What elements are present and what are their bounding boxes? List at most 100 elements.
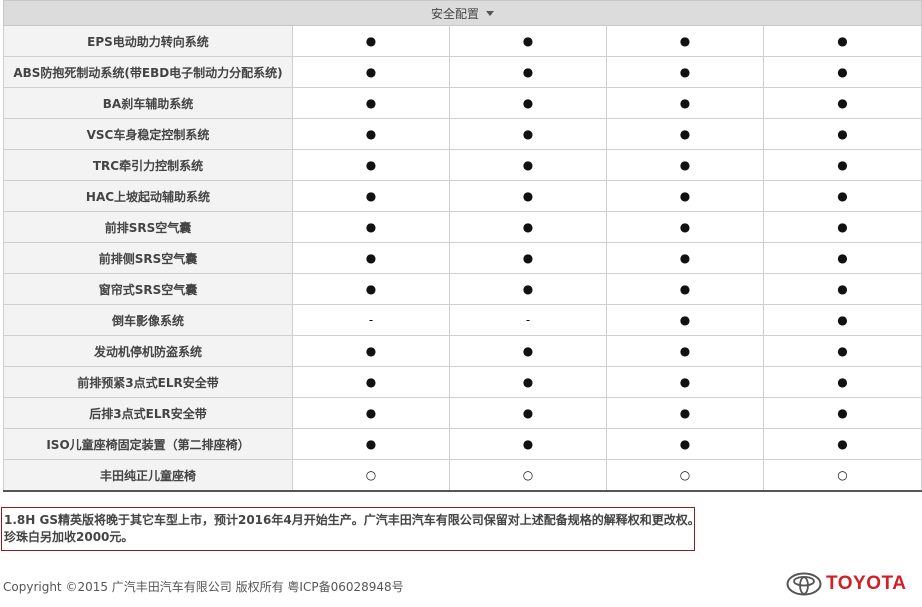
feature-value: ● [292,25,450,57]
feature-value: ● [449,180,607,212]
feature-label: 倒车影像系统 [3,304,293,336]
safety-spec-table: 安全配置 EPS电动助力转向系统 ● ● ● ● ABS防抱死制动系统(带EBD电子制动力… [2,0,922,492]
feature-value: ● [292,366,450,398]
feature-label: EPS电动助力转向系统 [3,25,293,57]
feature-label: BA刹车辅助系统 [3,87,293,119]
feature-value: ● [606,428,764,460]
feature-value: ● [606,304,764,336]
feature-label: 前排预紧3点式ELR安全带 [3,366,293,398]
feature-value: ● [449,211,607,243]
feature-value: ● [762,428,922,460]
feature-value: ● [762,397,922,429]
feature-value: ○ [449,459,607,492]
feature-label: TRC牵引力控制系统 [3,149,293,181]
table-row: VSC车身稳定控制系统 ● ● ● ● [3,118,922,150]
feature-label: 前排侧SRS空气囊 [3,242,293,274]
toyota-emblem-icon [786,572,822,596]
feature-value: ● [762,25,922,57]
feature-value: ● [762,335,922,367]
feature-value: - [292,304,450,336]
feature-value: ● [606,211,764,243]
feature-value: ● [762,242,922,274]
feature-value: ● [292,273,450,305]
table-row: 后排3点式ELR安全带 ● ● ● ● [3,397,922,429]
feature-value: ○ [762,459,922,492]
feature-value: ● [449,397,607,429]
feature-label: 前排SRS空气囊 [3,211,293,243]
feature-label: 丰田纯正儿童座椅 [3,459,293,492]
table-row: 窗帘式SRS空气囊 ● ● ● ● [3,273,922,305]
feature-value: ● [606,242,764,274]
feature-value: ● [606,149,764,181]
feature-value: - [449,304,607,336]
feature-value: ○ [292,459,450,492]
feature-value: ● [292,397,450,429]
section-title: 安全配置 [431,6,480,21]
table-row: TRC牵引力控制系统 ● ● ● ● [3,149,922,181]
feature-label: 发动机停机防盗系统 [3,335,293,367]
feature-value: ● [292,56,450,88]
feature-value: ● [606,335,764,367]
feature-value: ● [449,428,607,460]
feature-value: ● [292,428,450,460]
feature-value: ● [762,211,922,243]
table-row: 发动机停机防盗系统 ● ● ● ● [3,335,922,367]
feature-value: ● [449,56,607,88]
feature-value: ● [606,397,764,429]
section-header[interactable]: 安全配置 [2,0,922,26]
feature-value: ● [292,87,450,119]
table-row: 前排SRS空气囊 ● ● ● ● [3,211,922,243]
table-row: 丰田纯正儿童座椅 ○ ○ ○ ○ [3,459,922,492]
feature-value: ● [606,118,764,150]
table-row: BA刹车辅助系统 ● ● ● ● [3,87,922,119]
feature-value: ○ [606,459,764,492]
notice-line-1: 1.8H GS精英版将晚于其它车型上市，预计2016年4月开始生产。广汽丰田汽车… [4,513,700,527]
feature-value: ● [292,211,450,243]
feature-value: ● [606,273,764,305]
feature-value: ● [762,304,922,336]
feature-value: ● [762,149,922,181]
feature-value: ● [449,87,607,119]
feature-value: ● [606,25,764,57]
feature-value: ● [449,242,607,274]
table-row: 前排预紧3点式ELR安全带 ● ● ● ● [3,366,922,398]
feature-label: VSC车身稳定控制系统 [3,118,293,150]
feature-value: ● [606,366,764,398]
feature-value: ● [762,56,922,88]
footer-copyright: Copyright ©2015 广汽丰田汽车有限公司 版权所有 粤ICP备060… [3,580,404,594]
feature-label: ISO儿童座椅固定装置（第二排座椅） [3,428,293,460]
feature-label: HAC上坡起动辅助系统 [3,180,293,212]
feature-value: ● [449,273,607,305]
logo-text: TOYOTA [826,573,907,594]
feature-value: ● [292,335,450,367]
feature-value: ● [292,149,450,181]
feature-value: ● [449,149,607,181]
table-row: EPS电动助力转向系统 ● ● ● ● [3,25,922,57]
feature-value: ● [762,366,922,398]
table-row: 前排侧SRS空气囊 ● ● ● ● [3,242,922,274]
feature-value: ● [449,25,607,57]
feature-value: ● [606,87,764,119]
feature-value: ● [449,118,607,150]
feature-value: ● [292,180,450,212]
section-header-cell[interactable]: 安全配置 [2,0,922,26]
caret-down-icon[interactable] [486,10,495,16]
feature-value: ● [762,273,922,305]
feature-value: ● [292,242,450,274]
feature-value: ● [762,118,922,150]
feature-value: ● [449,366,607,398]
feature-label: ABS防抱死制动系统(带EBD电子制动力分配系统) [3,56,293,88]
table-row: HAC上坡起动辅助系统 ● ● ● ● [3,180,922,212]
notice-box: 1.8H GS精英版将晚于其它车型上市，预计2016年4月开始生产。广汽丰田汽车… [1,507,700,551]
feature-value: ● [449,335,607,367]
feature-value: ● [762,87,922,119]
feature-label: 后排3点式ELR安全带 [3,397,293,429]
table-row: ISO儿童座椅固定装置（第二排座椅） ● ● ● ● [3,428,922,460]
feature-value: ● [606,180,764,212]
feature-value: ● [606,56,764,88]
notice-line-2: 珍珠白另加收2000元。 [4,530,134,544]
feature-value: ● [762,180,922,212]
table-row: ABS防抱死制动系统(带EBD电子制动力分配系统) ● ● ● ● [3,56,922,88]
feature-value: ● [292,118,450,150]
table-row: 倒车影像系统 - - ● ● [3,304,922,336]
